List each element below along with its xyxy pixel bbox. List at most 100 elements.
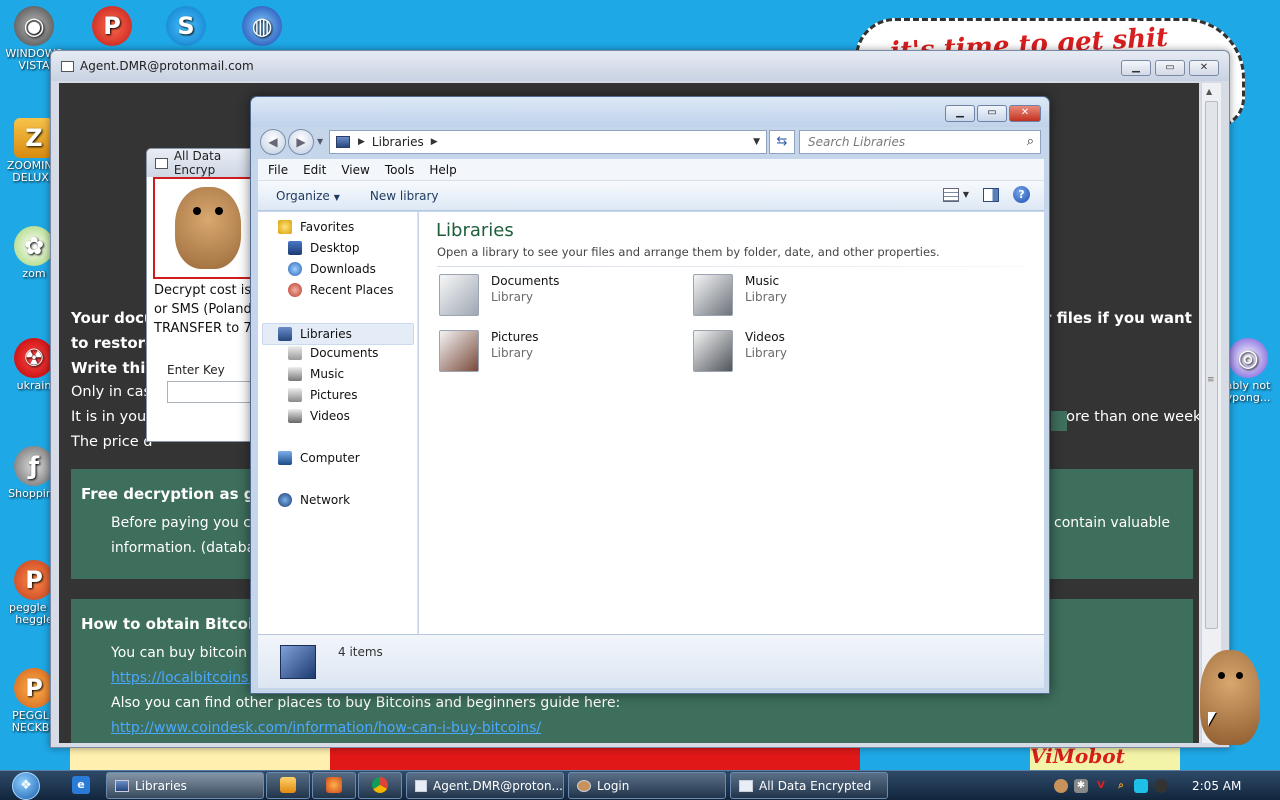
close-button[interactable]: ✕ xyxy=(1009,105,1041,122)
search-icon[interactable]: ⌕ xyxy=(1027,134,1034,149)
ransom-line: It is in your xyxy=(71,409,153,425)
library-type: Library xyxy=(745,290,787,304)
organize-button[interactable]: Organize ▼ xyxy=(276,189,340,203)
breadcrumb-arrow-icon[interactable]: ▶ xyxy=(431,137,438,147)
settings-tray-icon[interactable]: ✱ xyxy=(1074,778,1088,793)
ransom-scrollbar[interactable]: ▲ ≡ xyxy=(1201,83,1221,743)
new-library-button[interactable]: New library xyxy=(370,189,439,203)
menu-help[interactable]: Help xyxy=(429,163,456,177)
nav-buttons: ◀ ▶ xyxy=(260,129,314,155)
all-data-encrypted-window[interactable]: All Data Encryp Decrypt cost is 2 or SMS… xyxy=(146,148,267,442)
view-dropdown-icon[interactable]: ▼ xyxy=(963,190,969,199)
minimize-button[interactable]: ▁ xyxy=(1121,60,1151,76)
task-label: Login xyxy=(597,778,630,793)
ie-quicklaunch-icon[interactable]: e xyxy=(72,776,90,794)
menu-view[interactable]: View xyxy=(341,163,369,177)
forward-button[interactable]: ▶ xyxy=(288,129,314,155)
peggle-icon: P xyxy=(14,668,54,708)
desktop-icon-skype[interactable]: S xyxy=(154,6,218,48)
minimize-button[interactable]: ▁ xyxy=(945,105,975,122)
scroll-up-icon[interactable]: ▲ xyxy=(1206,87,1212,96)
hamster-tray-icon[interactable] xyxy=(1054,778,1068,793)
ransom-titlebar[interactable]: Agent.DMR@protonmail.com xyxy=(51,51,1229,81)
nav-downloads[interactable]: Downloads xyxy=(288,262,376,276)
nav-favorites[interactable]: Favorites xyxy=(278,220,354,234)
menu-tools[interactable]: Tools xyxy=(385,163,415,177)
libraries-large-icon xyxy=(280,645,316,679)
sms-text: or SMS (Poland xyxy=(154,302,252,317)
taskbar-task-chrome[interactable] xyxy=(358,772,402,799)
help-icon[interactable]: ? xyxy=(1013,186,1030,203)
taskbar-task-all-data-encrypted[interactable]: All Data Encrypted xyxy=(730,772,888,799)
command-bar: Organize ▼ New library ▼ ? xyxy=(258,181,1044,211)
navigation-pane: Favorites Desktop Downloads Recent Place… xyxy=(258,212,418,634)
computer-icon xyxy=(278,451,292,465)
nav-network[interactable]: Network xyxy=(278,493,350,507)
taskbar-task-media[interactable] xyxy=(266,772,310,799)
library-pictures[interactable]: Pictures Library xyxy=(439,330,539,372)
ransom-line: to restore xyxy=(71,334,156,352)
monitor-tray-icon[interactable] xyxy=(1134,778,1148,793)
desktop-icon-ie[interactable]: ◍ xyxy=(230,6,294,48)
libraries-icon xyxy=(278,327,292,341)
breadcrumb-arrow-icon[interactable]: ▶ xyxy=(358,137,365,147)
search-tray-icon[interactable]: ⌕ xyxy=(1114,779,1128,793)
change-view-icon[interactable] xyxy=(942,187,959,202)
explorer-titlebar[interactable] xyxy=(251,97,1049,127)
nav-label: Pictures xyxy=(310,388,358,402)
nav-pictures[interactable]: Pictures xyxy=(288,388,358,402)
address-dropdown-icon[interactable]: ▼ xyxy=(753,137,760,147)
nav-label: Libraries xyxy=(300,327,352,341)
nav-label: Network xyxy=(300,493,351,507)
back-button[interactable]: ◀ xyxy=(260,129,286,155)
nav-documents[interactable]: Documents xyxy=(288,346,378,360)
library-music[interactable]: Music Library xyxy=(693,274,787,316)
nav-computer[interactable]: Computer xyxy=(278,451,360,465)
volume-tray-icon[interactable] xyxy=(1154,778,1168,793)
system-tray: ✱ V ⌕ 2:05 AM xyxy=(1048,772,1280,799)
taskbar-task-agent[interactable]: Agent.DMR@proton... xyxy=(406,772,564,799)
taskbar-task-login[interactable]: Login xyxy=(568,772,726,799)
nav-recent-places[interactable]: Recent Places xyxy=(288,283,393,297)
maximize-button[interactable]: ▭ xyxy=(1155,60,1185,76)
desktop-icon-peggle[interactable]: P xyxy=(80,6,144,48)
library-documents[interactable]: Documents Library xyxy=(439,274,559,316)
close-button[interactable]: ✕ xyxy=(1189,60,1219,76)
recent-pages-chevron-icon[interactable]: ▼ xyxy=(317,137,323,146)
library-name: Videos xyxy=(745,330,785,344)
nav-videos[interactable]: Videos xyxy=(288,409,350,423)
address-bar[interactable]: ▶ Libraries ▶ ▼ xyxy=(329,130,767,154)
maximize-button[interactable]: ▭ xyxy=(977,105,1007,122)
ransom-window-title: Agent.DMR@protonmail.com xyxy=(80,59,254,73)
chrome-icon xyxy=(372,777,388,793)
breadcrumb-libraries[interactable]: Libraries xyxy=(372,135,424,149)
libraries-explorer-window[interactable]: ▁ ▭ ✕ ◀ ▶ ▼ ▶ Libraries ▶ ▼ ⇆ Search Lib… xyxy=(250,96,1050,694)
refresh-button[interactable]: ⇆ xyxy=(769,130,795,154)
library-videos[interactable]: Videos Library xyxy=(693,330,787,372)
scroll-thumb[interactable] xyxy=(1205,101,1218,629)
library-type: Library xyxy=(491,290,533,304)
nav-music[interactable]: Music xyxy=(288,367,344,381)
item-count: 4 items xyxy=(338,645,383,659)
nav-label: Computer xyxy=(300,451,360,465)
panel-heading: How to obtain Bitcoins xyxy=(81,615,273,633)
nav-desktop[interactable]: Desktop xyxy=(288,241,360,255)
search-input[interactable]: Search Libraries ⌕ xyxy=(799,130,1041,154)
library-name: Documents xyxy=(491,274,560,288)
menu-edit[interactable]: Edit xyxy=(303,163,326,177)
menu-file[interactable]: File xyxy=(268,163,288,177)
nav-label: Videos xyxy=(310,409,350,423)
network-icon xyxy=(278,493,292,507)
clock[interactable]: 2:05 AM xyxy=(1192,779,1241,793)
taskbar-task-libraries[interactable]: Libraries xyxy=(106,772,264,799)
panel-text: You can buy bitcoin fi xyxy=(111,645,261,661)
coindesk-link[interactable]: http://www.coindesk.com/information/how-… xyxy=(111,720,541,736)
start-button[interactable]: ❖ xyxy=(6,772,46,800)
globe-icon: ◍ xyxy=(242,6,282,46)
taskbar-task-paint[interactable] xyxy=(312,772,356,799)
skype-icon: S xyxy=(166,6,206,46)
small-window-titlebar[interactable]: All Data Encryp xyxy=(147,149,265,177)
preview-pane-icon[interactable] xyxy=(983,187,999,202)
v-tray-icon[interactable]: V xyxy=(1094,779,1108,793)
nav-libraries[interactable]: Libraries xyxy=(262,323,414,345)
